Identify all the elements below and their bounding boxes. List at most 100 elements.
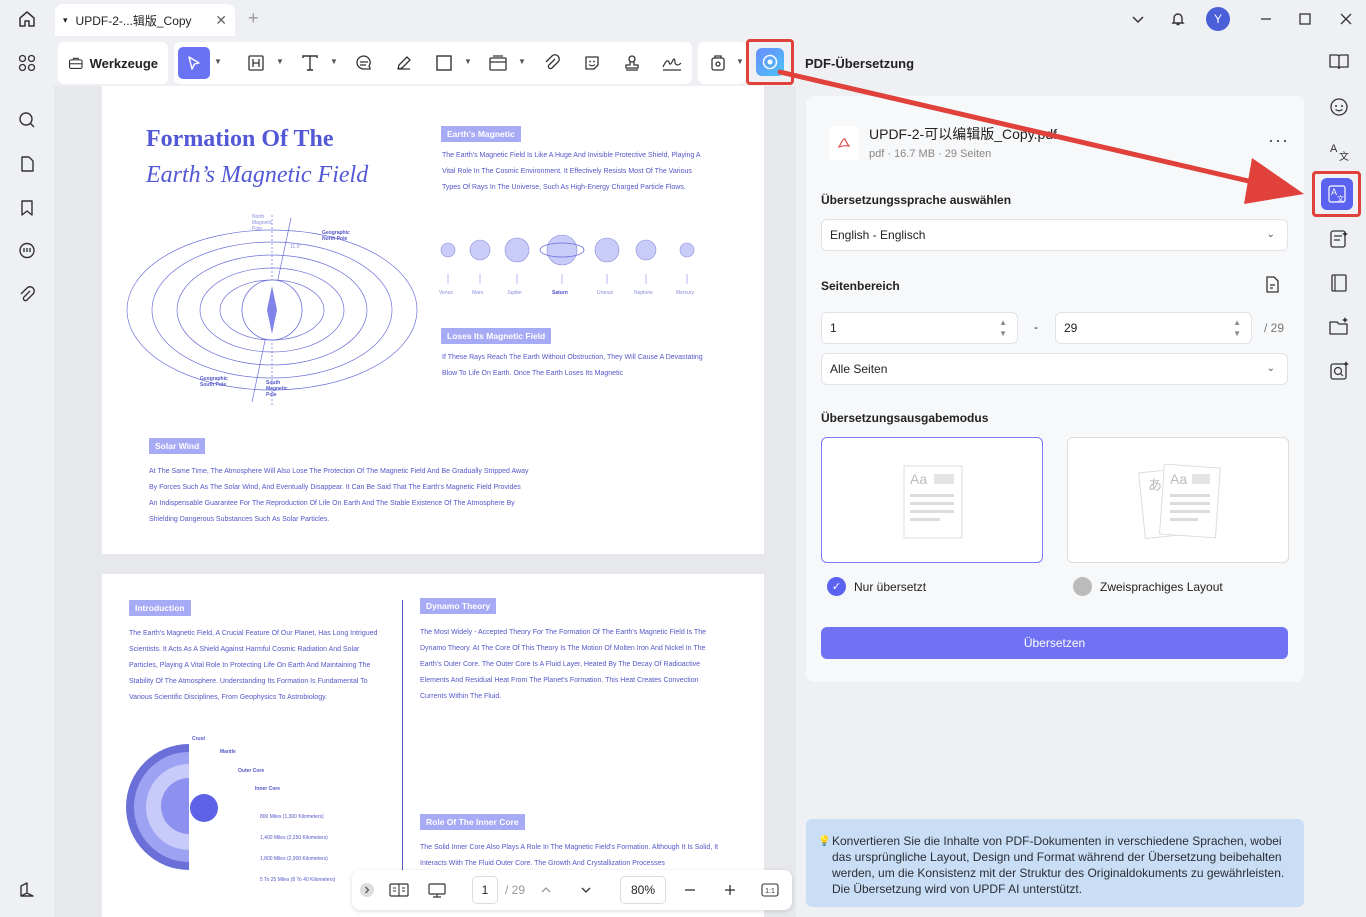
mode-card-bilingual[interactable]: あ Aa	[1067, 437, 1289, 563]
svg-text:あ: あ	[1148, 477, 1162, 493]
chevron-down-icon: ⌄	[1266, 229, 1275, 240]
pdf-page-1: Formation Of The Earth’s Magnetic Field …	[102, 86, 764, 554]
title-bar: ▾ UPDF-2-...辑版_Copy ✕ + Y	[0, 0, 1366, 38]
translate-button[interactable]: Übersetzen	[821, 627, 1288, 659]
tools-button[interactable]: Werkzeuge	[58, 42, 168, 84]
comments-icon[interactable]	[15, 239, 39, 263]
chevron-down-icon[interactable]: ▼	[214, 57, 222, 66]
document-viewer[interactable]: Formation Of The Earth’s Magnetic Field …	[54, 86, 796, 917]
distance-label: 1,800 Miles (2,900 Kilometers)	[260, 856, 328, 862]
section-label-earth: Earth's Magnetic	[441, 126, 521, 142]
folder-ai-icon[interactable]	[1326, 314, 1352, 340]
pencil-tool[interactable]	[388, 47, 420, 79]
reading-mode-icon[interactable]	[388, 878, 410, 902]
book-icon[interactable]	[1326, 270, 1352, 296]
svg-text:1:1: 1:1	[765, 888, 775, 895]
stamp-tool[interactable]	[482, 47, 514, 79]
section-text-dynamo: The Most Widely - Accepted Theory For Th…	[420, 629, 706, 700]
planets-diagram	[440, 234, 695, 284]
stepper-icon[interactable]: ▲ ▼	[999, 317, 1007, 339]
mode-card-translated-only[interactable]: Aa	[821, 437, 1043, 563]
radio-off-icon	[1073, 577, 1092, 596]
svg-text:Aa: Aa	[910, 471, 927, 487]
stepper-icon[interactable]: ▲ ▼	[1233, 317, 1241, 339]
sticker-tool[interactable]	[576, 47, 608, 79]
minimize-icon[interactable]	[1254, 7, 1278, 31]
highlight-tool[interactable]	[240, 47, 272, 79]
presentation-icon[interactable]	[426, 878, 448, 902]
attach-tool[interactable]	[536, 47, 568, 79]
planet-label: Jupiter	[507, 290, 523, 296]
range-to-input[interactable]: 29 ▲ ▼	[1055, 312, 1252, 344]
chevron-down-icon[interactable]	[1126, 7, 1150, 31]
next-page-icon[interactable]	[578, 878, 594, 902]
section-text-earth: The Earth's Magnetic Field Is Like A Hug…	[442, 152, 701, 191]
info-box: 💡 Konvertieren Sie die Inhalte von PDF-D…	[806, 819, 1304, 907]
bookmark-icon[interactable]	[15, 196, 39, 220]
page-range-settings-icon[interactable]	[1262, 275, 1282, 300]
summarize-icon[interactable]	[1326, 226, 1352, 252]
range-from-input[interactable]: 1 ▲ ▼	[821, 312, 1018, 344]
shape-tool[interactable]	[428, 47, 460, 79]
svg-text:A: A	[1330, 143, 1338, 155]
actual-size-icon[interactable]: 1:1	[760, 878, 780, 902]
tab-caret-icon[interactable]: ▾	[63, 15, 68, 26]
chevron-down-icon[interactable]: ▼	[276, 57, 284, 66]
pages-icon[interactable]	[15, 152, 39, 176]
layer-label: Inner Core	[255, 786, 281, 792]
tab-close-icon[interactable]: ✕	[215, 12, 227, 29]
expand-nav-icon[interactable]	[358, 878, 376, 902]
search-icon[interactable]	[15, 108, 39, 132]
range-dash: -	[1034, 320, 1038, 334]
select-tool[interactable]	[178, 47, 210, 79]
save-icon[interactable]	[702, 47, 734, 79]
range-from-value: 1	[830, 321, 837, 335]
earth-layers-diagram	[126, 744, 218, 870]
chevron-down-icon[interactable]: ▼	[518, 57, 526, 66]
section-label-inner-core: Role Of The Inner Core	[420, 814, 525, 830]
lightbulb-icon: 💡	[818, 836, 831, 847]
svg-text:Aa: Aa	[1170, 471, 1187, 487]
ai-search-icon[interactable]	[1326, 358, 1352, 384]
section-text-solar: At The Same Time, The Atmosphere Will Al…	[149, 468, 529, 523]
stamp-icon[interactable]	[616, 47, 648, 79]
document-tab[interactable]: ▾ UPDF-2-...辑版_Copy ✕	[55, 4, 235, 36]
pages-select[interactable]: Alle Seiten ⌄	[821, 353, 1288, 385]
avatar[interactable]: Y	[1206, 7, 1230, 31]
chevron-down-icon[interactable]: ▼	[736, 57, 744, 66]
close-window-icon[interactable]	[1334, 7, 1358, 31]
bell-icon[interactable]	[1166, 7, 1190, 31]
column-divider	[402, 600, 403, 910]
text-tool[interactable]	[294, 47, 326, 79]
planet-label: Mars	[472, 290, 484, 296]
planet-label: Saturn	[552, 290, 568, 296]
zoom-out-icon[interactable]	[682, 878, 698, 902]
layer-label: Mantle	[220, 749, 236, 755]
radio-bilingual[interactable]: Zweisprachiges Layout	[1073, 577, 1223, 596]
radio-translated-only[interactable]: ✓ Nur übersetzt	[827, 577, 926, 596]
zoom-in-icon[interactable]	[722, 878, 738, 902]
section-text-loses: If These Rays Reach The Earth Without Ob…	[442, 354, 703, 377]
chevron-down-icon[interactable]: ▼	[464, 57, 472, 66]
tools-label: Werkzeuge	[89, 55, 158, 71]
add-tab-button[interactable]: +	[248, 8, 259, 29]
language-select[interactable]: English - Englisch ⌄	[821, 219, 1288, 251]
pdf-page-2: Introduction The Earth's Magnetic Field,…	[102, 574, 764, 917]
layer-label: Outer Core	[238, 768, 265, 774]
radio-label-translated-only: Nur übersetzt	[854, 579, 927, 594]
comment-tool[interactable]	[348, 47, 380, 79]
zoom-level[interactable]: 80%	[620, 876, 666, 904]
language-value: English - Englisch	[830, 228, 926, 242]
chevron-down-icon[interactable]: ▼	[330, 57, 338, 66]
maximize-icon[interactable]	[1293, 7, 1317, 31]
page-number-input[interactable]: 1	[472, 876, 498, 904]
previous-page-icon[interactable]	[538, 878, 554, 902]
thumbnails-icon[interactable]	[15, 51, 39, 75]
section-label-solar: Solar Wind	[149, 438, 206, 454]
home-icon[interactable]	[12, 8, 42, 30]
attachment-icon[interactable]	[15, 283, 39, 307]
layers-icon[interactable]	[15, 878, 39, 902]
doc-title-line2: Earth’s Magnetic Field	[146, 162, 369, 188]
signature-tool[interactable]	[656, 47, 688, 79]
tab-title: UPDF-2-...辑版_Copy	[75, 13, 192, 28]
